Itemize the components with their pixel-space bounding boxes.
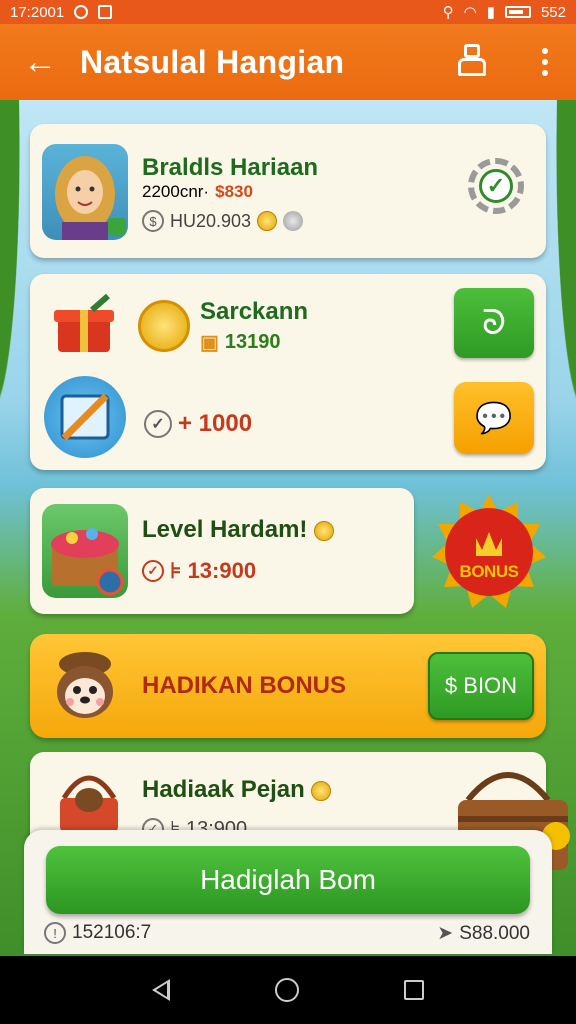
value2-text: + 1000 xyxy=(178,410,253,437)
subtitle-text: 2200cnr· xyxy=(142,182,210,201)
starburst-icon xyxy=(432,494,546,608)
bear-mascot-icon xyxy=(52,650,118,720)
gift-small-icon: ▣ xyxy=(200,332,219,354)
signal-icon: ⚲ xyxy=(442,4,454,21)
robot-icon[interactable] xyxy=(454,44,490,80)
silver-coin-icon xyxy=(283,211,304,231)
gold-medal-icon xyxy=(138,300,190,352)
battery-icon xyxy=(504,6,531,18)
badge-label: BONUS xyxy=(459,562,519,581)
timer-readout: ! 152106:7 xyxy=(44,922,151,944)
detail-text: HU20.903 xyxy=(170,210,252,231)
status-time: 17:2001 xyxy=(10,3,65,21)
system-nav-bar xyxy=(0,956,576,1024)
claim-main-button[interactable]: Hadiglah Bom xyxy=(46,846,530,914)
nav-home-icon[interactable] xyxy=(274,978,299,1002)
subtitle-amount: $830 xyxy=(215,182,253,201)
back-arrow-icon[interactable]: ← xyxy=(0,43,80,82)
page-title: Natsulal Hangian xyxy=(80,43,345,80)
chat-button[interactable]: 💬 xyxy=(454,382,534,454)
person-button[interactable]: ᘐ xyxy=(454,288,534,358)
timer-text: 152106:7 xyxy=(72,922,152,943)
title-text: Level Hardam! xyxy=(142,516,308,543)
notification-icon xyxy=(98,5,113,19)
clock-icon: $ xyxy=(142,210,164,232)
card-detail: $ HU20.903 xyxy=(142,210,304,232)
more-menu-icon[interactable] xyxy=(530,48,560,76)
app-bar: ← Natsulal Hangian xyxy=(0,24,576,100)
nav-recents-icon[interactable] xyxy=(403,980,424,1000)
cell-icon: ▮ xyxy=(486,4,495,21)
bonus-badge[interactable]: BONUS xyxy=(430,492,548,610)
gear-check-icon[interactable]: ✓ xyxy=(468,158,524,214)
card-title: Level Hardam! xyxy=(142,516,335,544)
bottom-panel: Hadiglah Bom ! 152106:7 ➤ S88.000 xyxy=(24,830,552,954)
card-subtitle: 2200cnr· $830 xyxy=(142,182,253,202)
reward-card-level[interactable]: Level Hardam! ✓ ⊧ 13:900 xyxy=(30,488,414,614)
battery-level: 552 xyxy=(540,3,566,21)
bonus-label: HADIKAN BONUS xyxy=(142,672,346,699)
card-value: ▣ 13190 xyxy=(200,330,281,355)
check-circle-icon: ✓ xyxy=(144,410,172,438)
coin-icon xyxy=(311,780,332,801)
at-icon xyxy=(74,5,89,19)
card-value: ✓ ⊧ 13:900 xyxy=(142,558,256,584)
treasure-chest-icon xyxy=(42,504,128,598)
pen-edit-icon xyxy=(44,376,126,458)
check-circle-icon: ✓ xyxy=(142,560,164,582)
card-title: Braldls Hariaan xyxy=(142,154,319,181)
send-icon: ➤ xyxy=(437,923,454,944)
gift-box-icon xyxy=(52,292,116,356)
title-text: Hadiaak Pejan xyxy=(142,776,305,803)
balance-text: S88.000 xyxy=(459,922,530,944)
balance-readout: ➤ S88.000 xyxy=(437,922,530,945)
bonus-claim-button[interactable]: $ BION xyxy=(428,652,534,720)
value-text: ⊧ 13:900 xyxy=(170,558,257,583)
reward-card-daily[interactable]: Braldls Hariaan 2200cnr· $830 $ HU20.903… xyxy=(30,124,546,258)
coin-icon xyxy=(257,211,278,231)
reward-card-search[interactable]: Sarckann ▣ 13190 ᘐ ✓ + 1000 💬 xyxy=(30,274,546,470)
nav-back-icon[interactable] xyxy=(152,979,171,1001)
clock-icon: ! xyxy=(44,922,66,944)
value-text: 13190 xyxy=(224,331,281,353)
coin-icon xyxy=(314,520,335,541)
person-icon: ᘐ xyxy=(482,303,506,342)
card-title: Sarckann xyxy=(200,298,309,325)
basket-bear-icon xyxy=(54,764,124,834)
wifi-icon: ◠ xyxy=(463,4,477,21)
card-title: Hadiaak Pejan xyxy=(142,776,332,804)
avatar xyxy=(42,144,128,240)
bonus-banner[interactable]: HADIKAN BONUS $ BION xyxy=(30,634,546,738)
card-value2: ✓ + 1000 xyxy=(144,410,252,438)
chat-bubble-icon: 💬 xyxy=(475,401,513,435)
status-bar: 17:2001 ⚲ ◠ ▮ 552 xyxy=(0,0,576,24)
